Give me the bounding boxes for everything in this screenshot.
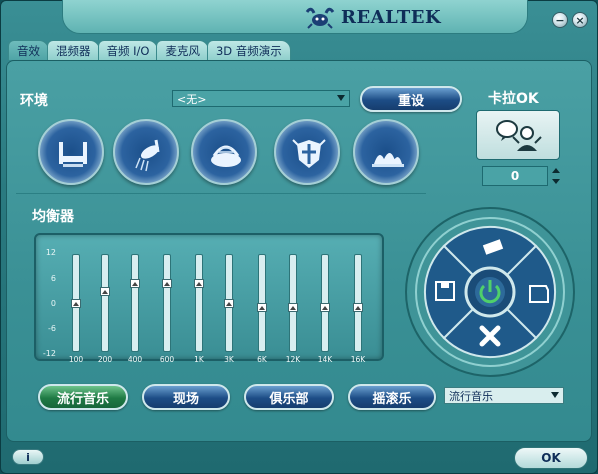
eq-band-thumb[interactable] [100, 287, 110, 296]
env-shower-button[interactable] [113, 119, 179, 185]
eq-scale-label: -12 [42, 349, 56, 358]
close-icon: × [575, 13, 585, 27]
control-dial [405, 207, 575, 377]
preset-select[interactable]: 流行音乐 [444, 387, 564, 404]
eq-band-label: 12K [285, 355, 301, 364]
eq-band-slider[interactable] [163, 254, 171, 352]
karaoke-panel[interactable] [476, 110, 560, 160]
chevron-down-icon [337, 95, 345, 101]
tab-sound-effects[interactable]: 音效 [8, 40, 49, 60]
preset-pop-button[interactable]: 流行音乐 [38, 384, 128, 410]
tab-mixer[interactable]: 混频器 [47, 40, 100, 60]
equalizer-panel [34, 233, 384, 361]
eq-band-label: 3K [224, 355, 234, 364]
tab-bar: 音效 混频器 音频 I/O 麦克风 3D 音频演示 [8, 40, 291, 60]
eq-band-label: 16K [350, 355, 366, 364]
environment-select[interactable]: <无> [172, 90, 350, 107]
eq-band-thumb[interactable] [71, 299, 81, 308]
eq-band-thumb[interactable] [353, 303, 363, 312]
equalizer-title: 均衡器 [32, 209, 74, 225]
brand-name: REALTEK [341, 6, 442, 28]
env-knight-button[interactable] [274, 119, 340, 185]
eq-band-thumb[interactable] [162, 279, 172, 288]
eq-band-thumb[interactable] [257, 303, 267, 312]
eq-band-label: 100 [68, 355, 84, 364]
realtek-logo: REALTEK [303, 4, 441, 30]
chevron-down-icon [551, 392, 559, 398]
env-bath-button[interactable] [38, 119, 104, 185]
environment-title: 环境 [20, 93, 48, 109]
eq-band-label: 400 [127, 355, 143, 364]
close-button[interactable]: × [572, 12, 588, 28]
eq-band-label: 1K [194, 355, 204, 364]
eq-band-slider[interactable] [101, 254, 109, 352]
environment-reset-button[interactable]: 重设 [360, 86, 462, 112]
info-button[interactable]: i [12, 449, 44, 465]
preset-rock-button[interactable]: 摇滚乐 [348, 384, 436, 410]
header-plate: REALTEK [62, 0, 528, 34]
eq-band-label: 200 [97, 355, 113, 364]
env-opera-house-button[interactable] [353, 119, 419, 185]
eq-scale-label: -6 [48, 324, 56, 333]
environment-divider [16, 193, 426, 194]
eq-band-label: 6K [257, 355, 267, 364]
eq-band-thumb[interactable] [224, 299, 234, 308]
eq-band-slider[interactable] [195, 254, 203, 352]
eq-band-thumb[interactable] [288, 303, 298, 312]
eq-band-thumb[interactable] [194, 279, 204, 288]
karaoke-level-input[interactable]: 0 [482, 166, 548, 186]
shower-icon [135, 139, 160, 172]
eq-scale-label: 6 [50, 274, 56, 283]
eq-band-label: 14K [317, 355, 333, 364]
crab-logo-icon [305, 7, 335, 29]
eq-scale-label: 0 [50, 299, 56, 308]
karaoke-singer-icon [496, 120, 542, 151]
opera-house-icon [372, 153, 404, 167]
colosseum-icon [211, 145, 241, 167]
karaoke-title: 卡拉OK [488, 91, 539, 107]
env-colosseum-button[interactable] [191, 119, 257, 185]
eq-band-thumb[interactable] [130, 279, 140, 288]
eq-band-thumb[interactable] [320, 303, 330, 312]
preset-selected: 流行音乐 [449, 389, 493, 403]
karaoke-decrease-button[interactable] [551, 177, 560, 186]
bath-icon [59, 142, 87, 167]
ok-button[interactable]: OK [514, 447, 588, 469]
tab-audio-io[interactable]: 音频 I/O [97, 40, 159, 60]
environment-selected: <无> [177, 92, 207, 106]
minimize-button[interactable]: − [552, 12, 568, 28]
knight-shield-icon [292, 139, 326, 168]
preset-live-button[interactable]: 现场 [142, 384, 230, 410]
karaoke-increase-button[interactable] [551, 166, 560, 175]
preset-club-button[interactable]: 俱乐部 [244, 384, 334, 410]
eq-band-slider[interactable] [131, 254, 139, 352]
eq-scale-label: 12 [45, 248, 56, 257]
tab-microphone[interactable]: 麦克风 [156, 40, 209, 60]
power-button[interactable] [464, 266, 516, 318]
eq-band-label: 600 [159, 355, 175, 364]
minimize-icon: − [555, 13, 565, 27]
tab-3d-audio-demo[interactable]: 3D 音频演示 [206, 40, 291, 60]
